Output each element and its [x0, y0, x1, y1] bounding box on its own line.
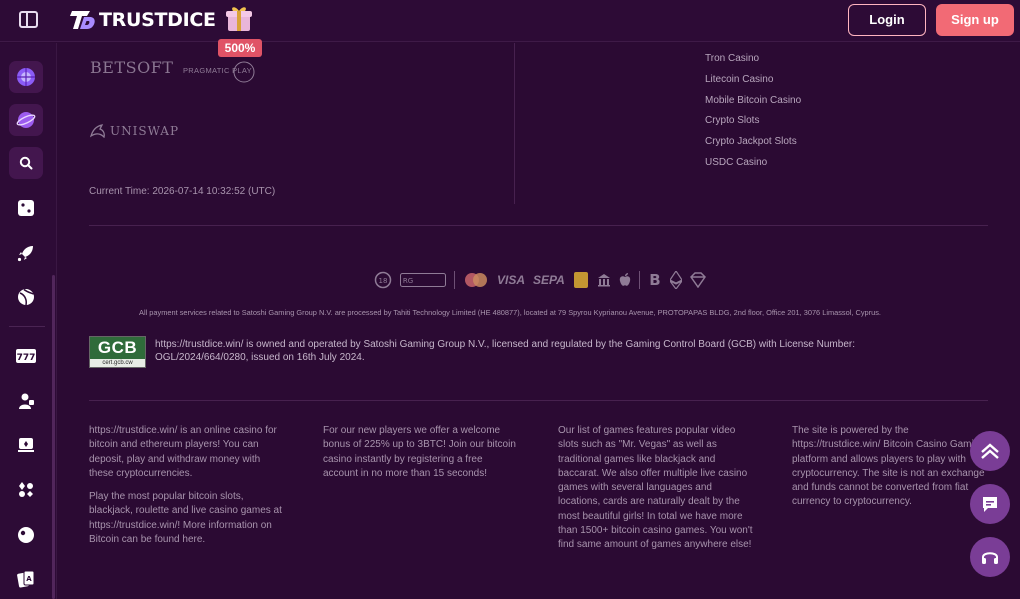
- footer-link[interactable]: Mobile Bitcoin Casino: [705, 93, 801, 114]
- gcb-seal[interactable]: GCB cert.gcb.cw: [89, 336, 146, 368]
- footer-column-divider: [514, 43, 515, 204]
- svg-text:777: 777: [17, 353, 36, 363]
- footer-link-list: Tron Casino Litecoin Casino Mobile Bitco…: [705, 51, 801, 176]
- footer-paragraph: Play the most popular bitcoin slots, bla…: [89, 491, 282, 546]
- svg-text:A: A: [26, 575, 32, 583]
- dice-icon[interactable]: [9, 192, 43, 224]
- footer-link[interactable]: Litecoin Casino: [705, 72, 801, 93]
- ethereum-icon: [669, 271, 682, 289]
- betsoft-logo[interactable]: BETSOFT: [90, 58, 173, 77]
- logo-text: TRUSTDICE: [99, 9, 216, 31]
- support-headset-icon: [982, 552, 998, 564]
- footer-paragraph: https://trustdice.win/ is an online casi…: [89, 425, 277, 479]
- poker-chips-icon[interactable]: [9, 474, 43, 506]
- sidebar-divider: [9, 326, 45, 327]
- scroll-top-icon: [981, 443, 999, 459]
- login-button[interactable]: Login: [848, 4, 926, 36]
- payment-separator: [454, 271, 455, 289]
- footer-about-column: https://trustdice.win/ is an online casi…: [89, 424, 284, 556]
- slot-777-icon[interactable]: 777: [9, 340, 43, 372]
- apple-pay-icon: [619, 273, 631, 286]
- bank-transfer-icon: [597, 274, 610, 287]
- pragmatic-ring-icon: [233, 61, 255, 83]
- responsible-gaming-icon: RG: [400, 273, 446, 287]
- playing-cards-icon[interactable]: A: [9, 563, 43, 595]
- search-icon[interactable]: [9, 147, 43, 179]
- chat-icon: [983, 497, 997, 512]
- site-logo[interactable]: TRUSTDICE: [70, 8, 216, 32]
- live-dealer-icon[interactable]: [9, 385, 43, 417]
- footer-link[interactable]: Crypto Slots: [705, 113, 801, 134]
- visa-logo: VISA: [497, 273, 526, 287]
- rocket-icon[interactable]: [9, 237, 43, 269]
- trustdice-logo-icon: [70, 11, 95, 29]
- current-time: Current Time: 2026-07-14 10:32:52 (UTC): [89, 186, 276, 197]
- unicorn-icon: [90, 124, 105, 138]
- license-text: https://trustdice.win/ is owned and oper…: [155, 339, 855, 363]
- age-18-icon: 18: [374, 271, 392, 289]
- footer-link[interactable]: Tron Casino: [705, 51, 801, 72]
- sepa-logo: SEPA: [533, 273, 565, 287]
- support-button[interactable]: [970, 537, 1010, 577]
- uniswap-logo[interactable]: UNISWAP: [90, 124, 179, 138]
- footer-games-column: Our list of games features popular video…: [558, 424, 753, 562]
- sidebar: 777 A: [0, 43, 57, 599]
- card-table-icon[interactable]: [9, 429, 43, 461]
- uniswap-text: UNISWAP: [110, 124, 180, 138]
- gcb-seal-title: GCB: [90, 337, 145, 359]
- tron-icon: [689, 272, 706, 288]
- footer-divider: [89, 225, 988, 226]
- footer-platform-column: The site is powered by the https://trust…: [792, 424, 990, 519]
- footer-divider: [89, 400, 988, 401]
- payment-methods: 18 RG VISA SEPA B: [374, 270, 706, 290]
- svg-text:B: B: [649, 272, 660, 288]
- svg-text:RG: RG: [403, 277, 413, 285]
- footer-link[interactable]: Crypto Jackpot Slots: [705, 134, 801, 155]
- footer-bonus-column: For our new players we offer a welcome b…: [323, 424, 518, 490]
- roulette-icon[interactable]: [9, 519, 43, 551]
- chat-button[interactable]: [970, 484, 1010, 524]
- planet-icon[interactable]: [9, 104, 43, 136]
- gcb-seal-sub: cert.gcb.cw: [102, 360, 133, 366]
- footer-link[interactable]: USDC Casino: [705, 155, 801, 176]
- scroll-top-button[interactable]: [970, 431, 1010, 471]
- footer-paragraph: For our new players we offer a welcome b…: [323, 425, 516, 479]
- sports-ball-icon[interactable]: [9, 281, 43, 313]
- signup-button[interactable]: Sign up: [936, 4, 1014, 36]
- sidebar-toggle-icon[interactable]: [19, 11, 38, 28]
- bank-card-icon: [573, 272, 588, 288]
- globe-spin-icon[interactable]: [9, 61, 43, 93]
- sidebar-scrollbar[interactable]: [52, 275, 55, 599]
- footer-paragraph: The site is powered by the https://trust…: [792, 425, 985, 508]
- mastercard-icon: [465, 273, 487, 287]
- payment-separator: [638, 271, 640, 289]
- gift-icon[interactable]: [226, 4, 252, 32]
- bonus-badge[interactable]: 500%: [218, 39, 262, 57]
- bitcoin-icon: B: [649, 272, 660, 288]
- top-header: TRUSTDICE Login Sign up: [0, 0, 1020, 42]
- footer-paragraph: Our list of games features popular video…: [558, 425, 753, 551]
- payment-notice: All payment services related to Satoshi …: [139, 308, 881, 317]
- svg-text:18: 18: [379, 277, 388, 285]
